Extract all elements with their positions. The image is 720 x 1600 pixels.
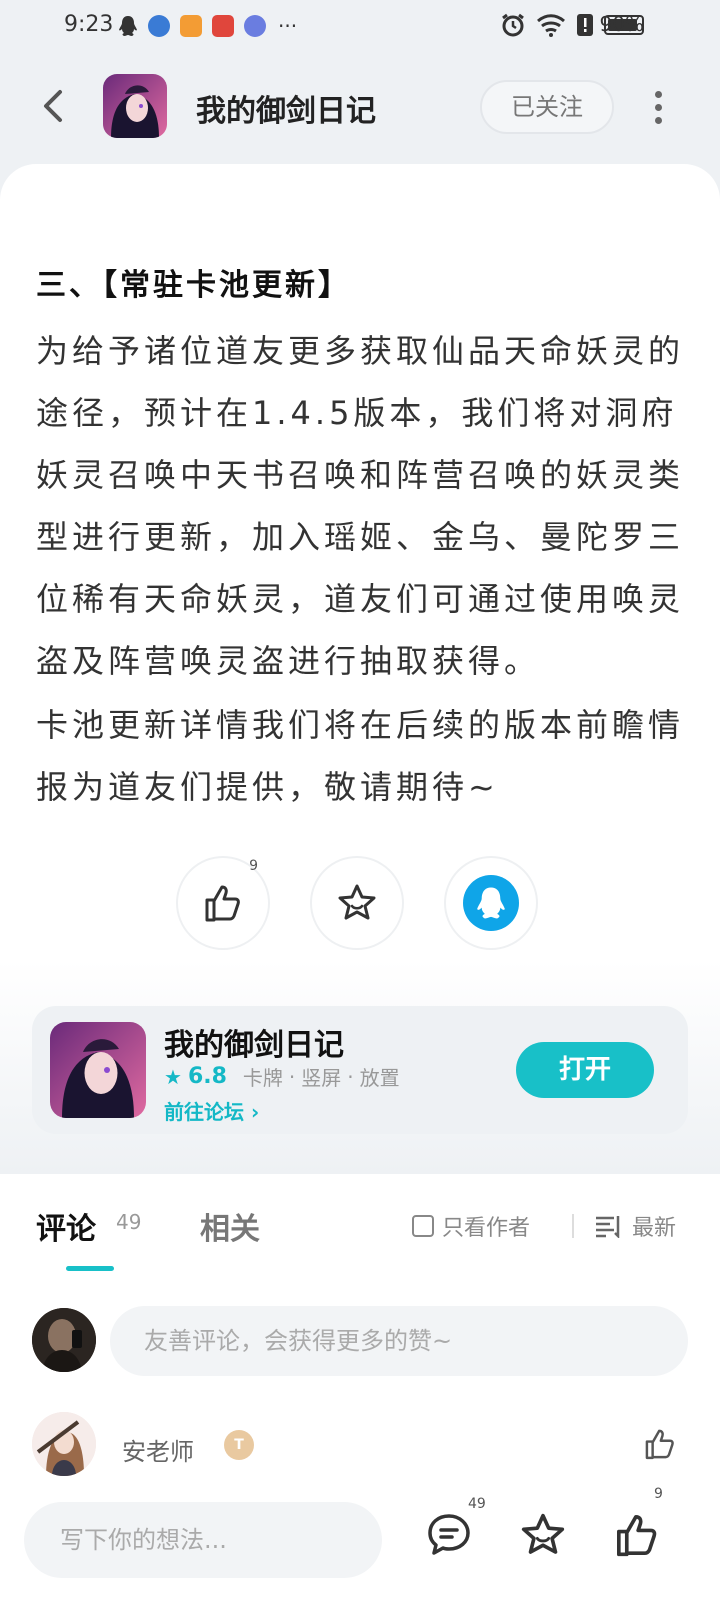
alarm-icon [502, 13, 524, 37]
article-actions: 9 [176, 856, 538, 950]
sort-icon [596, 1216, 620, 1238]
bottom-like-count: 9 [654, 1486, 663, 1502]
like-count: 9 [249, 858, 258, 874]
my-avatar[interactable] [32, 1308, 96, 1372]
game-character-image [103, 74, 167, 138]
game-rating: 6.8 [187, 1064, 227, 1089]
reader-notification-icon [212, 15, 234, 37]
active-tab-indicator [66, 1266, 114, 1271]
thumbs-up-icon [205, 885, 240, 922]
commenter-photo [32, 1412, 96, 1476]
like-button[interactable]: 9 [176, 856, 270, 950]
article-paragraph: 为给予诸位道友更多获取仙品天命妖灵的途径，预计在1.4.5版本，我们将对洞府妖灵… [36, 332, 685, 680]
follow-button[interactable]: 已关注 [480, 80, 614, 134]
commenter-name[interactable]: 安老师 [122, 1432, 194, 1467]
battery-percent: 90% [599, 12, 644, 36]
forum-link[interactable]: 前往论坛 › [164, 1096, 259, 1125]
music-notification-icon [244, 15, 266, 37]
chevron-right-icon: › [250, 1100, 260, 1124]
comment-icon[interactable] [424, 1510, 474, 1560]
star-icon [338, 884, 376, 920]
game-tag: 卡牌 [242, 1066, 283, 1090]
tab-related[interactable]: 相关 [200, 1204, 260, 1248]
more-options-icon[interactable] [646, 88, 670, 124]
game-info-card[interactable]: 我的御剑日记 ★ 6.8 卡牌 · 竖屏 · 放置 前往论坛 › 打开 [32, 1006, 688, 1134]
only-author-label: 只看作者 [442, 1216, 531, 1241]
top-header: 我的御剑日记 已关注 [0, 56, 720, 156]
thumbs-up-icon[interactable] [642, 1426, 678, 1462]
browser-notification-icon [148, 15, 170, 37]
game-avatar[interactable] [103, 74, 167, 138]
notification-icons: ··· [118, 14, 297, 38]
status-bar: 9:23 ··· 90% [0, 0, 720, 56]
sort-toggle[interactable]: 最新 [594, 1210, 676, 1242]
bottom-comment-count: 49 [468, 1496, 486, 1512]
tag-separator: · [288, 1064, 296, 1089]
thumbs-up-icon[interactable] [612, 1510, 662, 1560]
thoughts-input[interactable]: 写下你的想法... [24, 1502, 382, 1578]
qq-icon [463, 875, 519, 931]
favorite-button[interactable] [310, 856, 404, 950]
star-icon[interactable] [518, 1510, 568, 1560]
section-title: 三、【常驻卡池更新】 [36, 268, 351, 303]
qq-notification-icon [119, 16, 137, 36]
game-name: 我的御剑日记 [164, 1028, 344, 1063]
game-tag: 竖屏 [301, 1066, 342, 1090]
wifi-icon [537, 14, 565, 37]
video-notification-icon [180, 15, 202, 37]
comments-section: 评论 49 相关 只看作者 最新 友善评论，会获得更多的赞~ 安老师 T [0, 1174, 720, 1480]
article-paragraph: 卡池更新详情我们将在后续的版本前瞻情报为道友们提供，敬请期待~ [36, 706, 685, 806]
open-game-button[interactable]: 打开 [516, 1042, 654, 1098]
sort-label: 最新 [632, 1216, 677, 1241]
game-character-image [50, 1022, 146, 1118]
forum-link-label: 前往论坛 [164, 1100, 244, 1124]
divider [572, 1214, 574, 1238]
game-tag: 放置 [359, 1066, 400, 1090]
status-time: 9:23 [64, 12, 114, 37]
comment-input[interactable]: 友善评论，会获得更多的赞~ [110, 1306, 688, 1376]
page-title: 我的御剑日记 [196, 94, 376, 129]
game-meta: ★ 6.8 卡牌 · 竖屏 · 放置 [164, 1062, 400, 1091]
share-qq-button[interactable] [444, 856, 538, 950]
commenter-avatar[interactable] [32, 1412, 96, 1476]
back-arrow-icon[interactable] [36, 86, 72, 126]
user-photo [32, 1308, 96, 1372]
sim-alert-icon [577, 14, 593, 36]
tab-comments[interactable]: 评论 [36, 1204, 96, 1248]
tag-separator: · [347, 1064, 354, 1089]
game-icon[interactable] [50, 1022, 146, 1118]
more-notifications-icon: ··· [278, 14, 298, 38]
rating-star-icon: ★ [164, 1064, 182, 1089]
comment-count: 49 [116, 1210, 142, 1234]
checkbox-icon [412, 1215, 434, 1237]
only-author-toggle[interactable]: 只看作者 [412, 1210, 530, 1242]
user-level-badge: T [224, 1430, 254, 1460]
bottom-bar: 写下你的想法... 49 9 [0, 1480, 720, 1600]
